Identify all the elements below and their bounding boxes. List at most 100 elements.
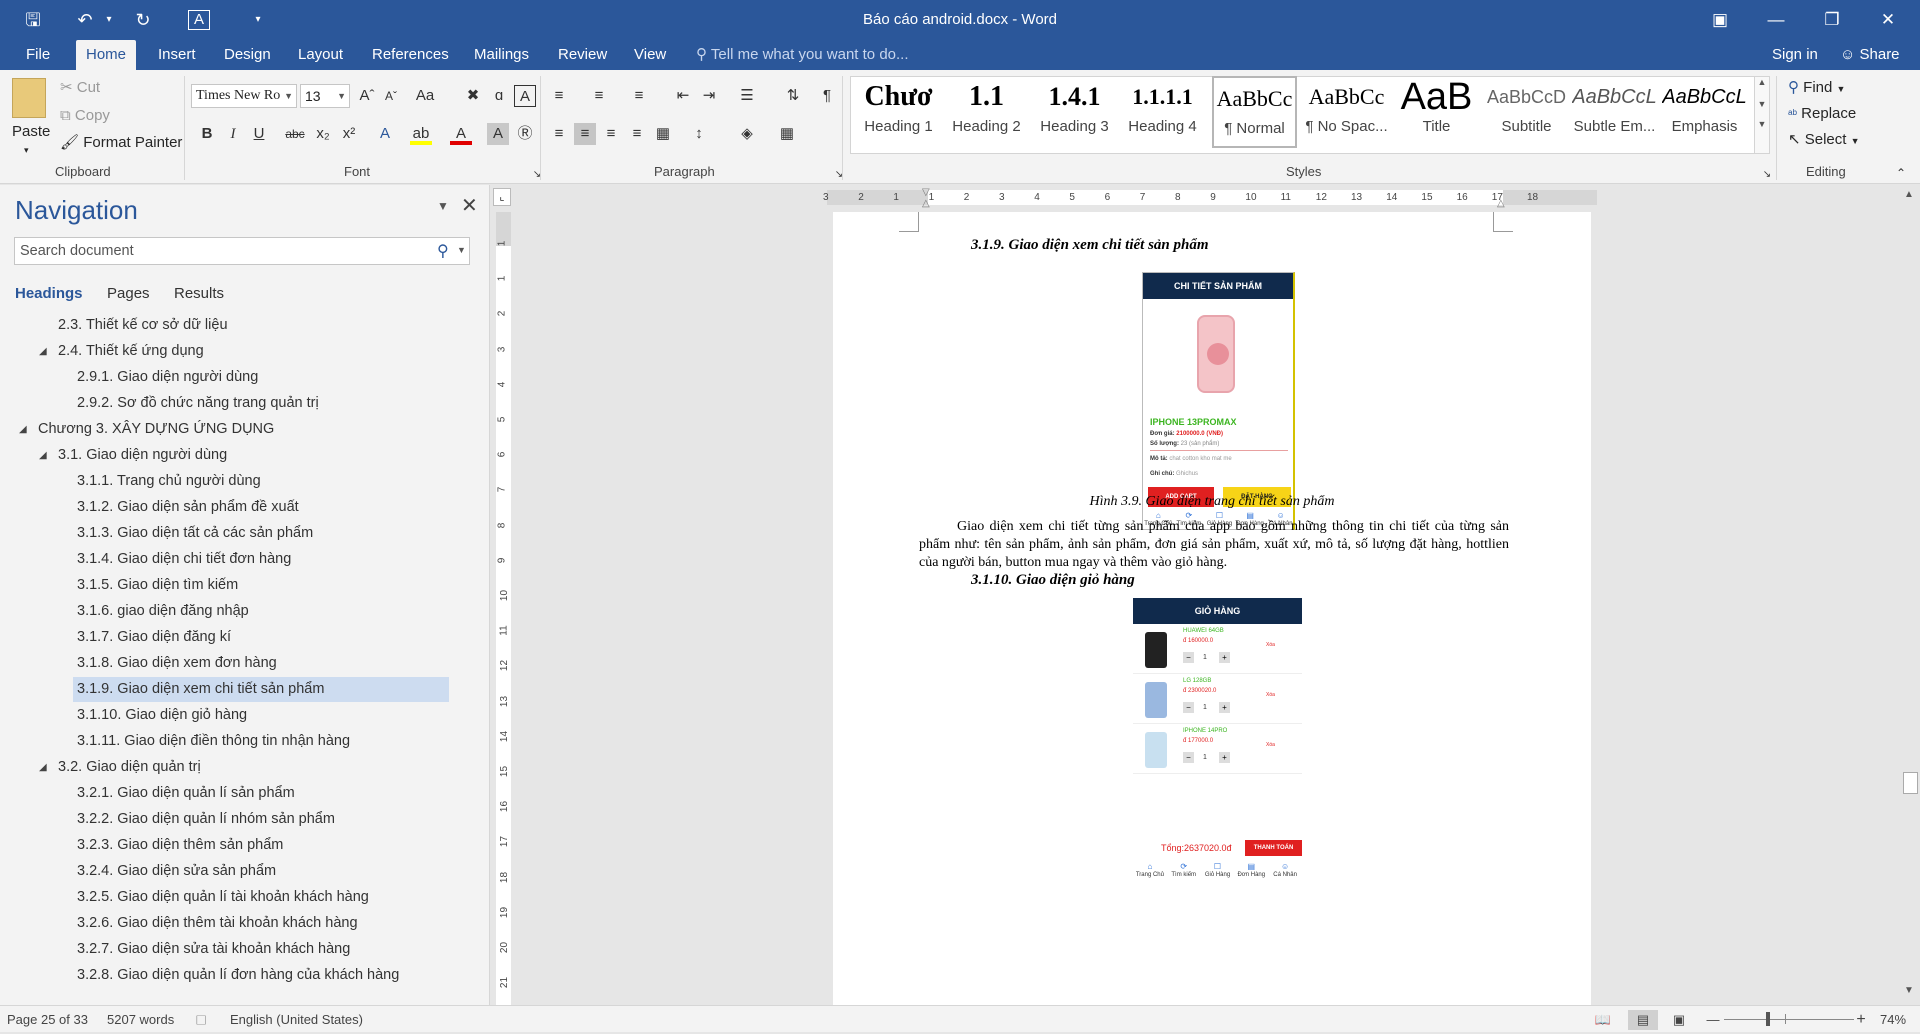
subscript-icon[interactable]: x₂ (312, 123, 334, 145)
word-count[interactable]: 5207 words (107, 1012, 174, 1027)
nav-heading-item[interactable]: 3.1.1. Trang chủ người dùng (73, 469, 261, 494)
nav-heading-item[interactable]: 3.2. Giao diện quản trị (54, 755, 201, 780)
style-title[interactable]: AaB Title (1394, 76, 1479, 148)
nav-heading-item[interactable]: 3.2.2. Giao diện quản lí nhóm sản phẩm (73, 807, 335, 832)
proofing-icon[interactable]: 🗆 (196, 1010, 206, 1034)
replace-button[interactable]: ᵃᵇ Replace (1788, 104, 1856, 124)
change-case-icon[interactable]: Aa (414, 85, 436, 107)
phonetic-guide-icon[interactable]: ɑ (488, 85, 510, 107)
align-left-icon[interactable]: ≡ (548, 123, 570, 145)
tell-me-box[interactable]: ⚲ Tell me what you want to do... (696, 40, 909, 70)
increase-indent-icon[interactable]: ⇥ (698, 85, 720, 107)
zoom-slider-thumb[interactable] (1766, 1012, 1770, 1026)
language[interactable]: English (United States) (230, 1012, 363, 1027)
vertical-scrollbar[interactable]: ▲ ▼ (1901, 185, 1920, 1005)
nav-heading-item[interactable]: 3.2.7. Giao diện sửa tài khoản khách hàn… (73, 937, 350, 962)
bold-icon[interactable]: B (196, 123, 218, 145)
nav-heading-item[interactable]: 3.1.3. Giao diện tất cả các sản phẩm (73, 521, 313, 546)
nav-heading-item[interactable]: 2.3. Thiết kế cơ sở dữ liệu (54, 313, 228, 338)
decrease-indent-icon[interactable]: ⇤ (672, 85, 694, 107)
justify-icon[interactable]: ≡ (626, 123, 648, 145)
scroll-down-icon[interactable]: ▼ (1904, 985, 1914, 996)
distributed-icon[interactable]: ▦ (652, 123, 674, 145)
nav-heading-item[interactable]: 3.2.4. Giao diện sửa sản phẩm (73, 859, 276, 884)
show-formatting-marks-icon[interactable]: ¶ (816, 85, 838, 107)
find-button[interactable]: ⚲ Find ▼ (1788, 78, 1845, 99)
nav-heading-item[interactable]: 3.1.8. Giao diện xem đơn hàng (73, 651, 277, 676)
tab-design[interactable]: Design (214, 40, 281, 70)
borders-icon[interactable]: ▦ (776, 123, 798, 145)
align-center-icon[interactable]: ≡ (574, 123, 596, 145)
paste-dropdown-icon[interactable]: ▾ (24, 140, 29, 160)
styles-dialog-launcher-icon[interactable]: ↘ (1756, 164, 1778, 186)
search-icon[interactable]: ⚲ (437, 241, 449, 261)
collapse-triangle-icon[interactable]: ◢ (39, 443, 47, 468)
nav-heading-item[interactable]: 3.2.3. Giao diện thêm sản phẩm (73, 833, 283, 858)
shrink-font-icon[interactable]: Aˇ (380, 85, 402, 107)
multilevel-list-icon[interactable]: ≡ (628, 85, 650, 107)
paste-button[interactable]: Paste (12, 122, 50, 142)
nav-heading-item[interactable]: 3.1.6. giao diện đăng nhập (73, 599, 249, 624)
character-border-icon[interactable]: A (514, 85, 536, 107)
first-line-indent-marker[interactable]: ▽ (922, 187, 930, 198)
style-normal[interactable]: AaBbCc ¶ Normal (1212, 76, 1297, 148)
vertical-ruler[interactable]: 1 1 2 3 4 5 6 7 8 9 10 11 12 13 14 15 16 17 18 19 20 21 (496, 212, 511, 1005)
share-button[interactable]: ☺ Share (1836, 40, 1900, 70)
nav-heading-item[interactable]: Chương 3. XÂY DỰNG ỨNG DỤNG (34, 417, 274, 442)
web-layout-icon[interactable]: ▣ (1668, 1010, 1690, 1030)
nav-heading-item[interactable]: 3.1. Giao diện người dùng (54, 443, 227, 468)
tab-results[interactable]: Results (174, 285, 224, 302)
scrollbar-thumb[interactable] (1903, 772, 1918, 794)
tab-mailings[interactable]: Mailings (464, 40, 539, 70)
grow-font-icon[interactable]: Aˆ (356, 85, 378, 107)
nav-heading-item[interactable]: 3.1.5. Giao diện tìm kiếm (73, 573, 238, 598)
nav-heading-item[interactable]: 3.2.1. Giao diện quản lí sản phẩm (73, 781, 295, 806)
clear-formatting-icon[interactable]: ✖ (462, 85, 484, 107)
format-painter-button[interactable]: 🖌 Format Painter (60, 133, 182, 153)
chevron-down-icon[interactable]: ▼ (1755, 99, 1769, 109)
search-document-input[interactable]: Search document ⚲ ▼ (14, 237, 470, 265)
underline-icon[interactable]: U (248, 123, 270, 145)
tab-view[interactable]: View (624, 40, 676, 70)
tab-references[interactable]: References (362, 40, 459, 70)
collapse-triangle-icon[interactable]: ◢ (39, 339, 47, 364)
style-heading-4[interactable]: 1.1.1.1 Heading 4 (1120, 76, 1205, 148)
tab-layout[interactable]: Layout (288, 40, 353, 70)
font-size-combo[interactable]: 13 ▼ (300, 84, 350, 108)
tab-file[interactable]: File (16, 40, 60, 70)
character-shading-icon[interactable]: A (487, 123, 509, 145)
restore-icon[interactable]: ❐ (1804, 0, 1860, 40)
collapse-ribbon-icon[interactable]: ⌃ (1890, 162, 1912, 184)
nav-heading-item[interactable]: 3.1.10. Giao diện giỏ hàng (73, 703, 247, 728)
superscript-icon[interactable]: x² (338, 123, 360, 145)
nav-heading-item[interactable]: 2.9.1. Giao diện người dùng (73, 365, 258, 390)
tab-selector-icon[interactable]: ⌞ (493, 188, 511, 206)
tab-insert[interactable]: Insert (148, 40, 206, 70)
document-page[interactable]: 3.1.9. Giao diện xem chi tiết sản phẩm C… (833, 212, 1591, 1005)
text-effects-icon[interactable]: A (374, 123, 396, 145)
style-subtle-emphasis[interactable]: AaBbCcL Subtle Em... (1572, 76, 1657, 148)
zoom-level[interactable]: 74% (1880, 1012, 1906, 1027)
collapse-triangle-icon[interactable]: ◢ (19, 417, 27, 442)
style-no-spacing[interactable]: AaBbCc ¶ No Spac... (1304, 76, 1389, 148)
style-emphasis[interactable]: AaBbCcL Emphasis (1662, 76, 1747, 148)
nav-heading-item[interactable]: 3.2.5. Giao diện quản lí tài khoản khách… (73, 885, 369, 910)
chevron-up-icon[interactable]: ▲ (1755, 77, 1769, 87)
align-right-icon[interactable]: ≡ (600, 123, 622, 145)
select-button[interactable]: ↖ Select ▼ (1788, 130, 1860, 151)
horizontal-ruler[interactable]: 3 2 1 1 2 3 4 5 6 7 8 9 10 11 12 13 14 15 16 17 18 ▽ △ △ (823, 187, 1597, 209)
tab-headings[interactable]: Headings (15, 285, 83, 302)
paragraph-dialog-launcher-icon[interactable]: ↘ (828, 164, 850, 186)
nav-heading-item[interactable]: 3.1.9. Giao diện xem chi tiết sản phẩm (73, 677, 449, 702)
cut-button[interactable]: ✂ Cut (60, 78, 100, 98)
font-name-combo[interactable]: Times New Ro ▼ (191, 84, 297, 108)
read-mode-icon[interactable]: 📖 (1592, 1010, 1614, 1030)
more-styles-icon[interactable]: ▼ (1755, 119, 1769, 129)
minimize-icon[interactable]: — (1748, 0, 1804, 40)
nav-heading-item[interactable]: 2.4. Thiết kế ứng dụng (54, 339, 204, 364)
style-heading-3[interactable]: 1.4.1 Heading 3 (1032, 76, 1117, 148)
right-indent-marker[interactable]: △ (1497, 198, 1505, 209)
enclose-characters-icon[interactable]: Ⓡ (514, 123, 536, 145)
nav-heading-item[interactable]: 3.2.6. Giao diện thêm tài khoản khách hà… (73, 911, 358, 936)
paste-icon[interactable] (12, 78, 46, 118)
